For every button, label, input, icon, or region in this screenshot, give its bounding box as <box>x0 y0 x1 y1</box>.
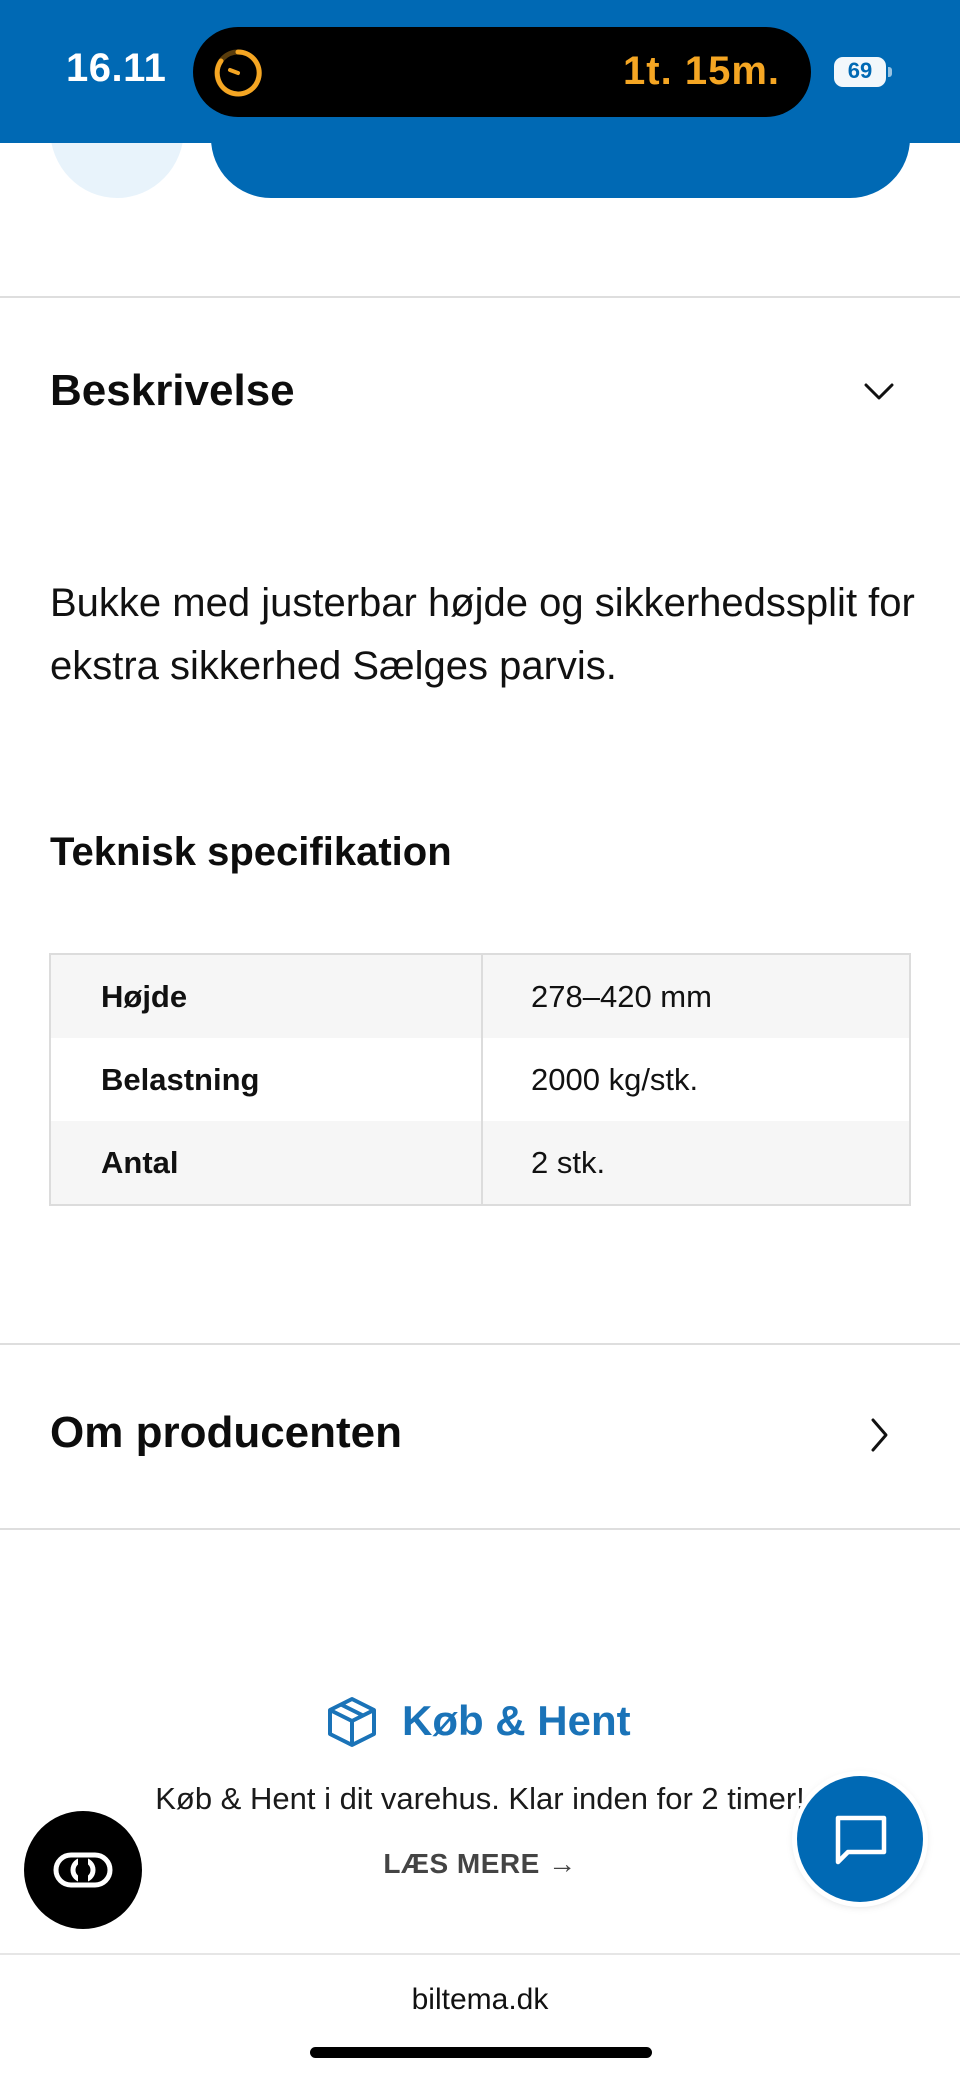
spec-table: Højde 278–420 mm Belastning 2000 kg/stk.… <box>49 953 911 1206</box>
spec-value: 278–420 mm <box>531 978 712 1014</box>
reader-icon <box>53 1852 113 1888</box>
spec-value: 2000 kg/stk. <box>531 1061 699 1097</box>
battery-level: 69 <box>847 58 873 83</box>
producer-title: Om producenten <box>50 1408 403 1457</box>
description-text: Bukke med justerbar højde og sikkerhedss… <box>50 581 915 688</box>
spec-row: Belastning 2000 kg/stk. <box>51 1038 909 1121</box>
divider <box>0 1528 960 1530</box>
reader-button[interactable] <box>24 1811 142 1929</box>
chat-button[interactable] <box>797 1776 923 1902</box>
chevron-down-icon[interactable] <box>862 376 896 406</box>
battery-indicator: 69 <box>834 57 892 87</box>
spec-row: Antal 2 stk. <box>51 1121 909 1204</box>
status-time: 16.11 <box>66 46 167 90</box>
description-title: Beskrivelse <box>50 366 295 415</box>
browser-domain[interactable]: biltema.dk <box>0 1983 960 2017</box>
timer-text: 1t. 15m. <box>623 49 780 93</box>
divider <box>0 296 960 298</box>
battery-cap <box>888 67 892 77</box>
promo-title: Køb & Hent <box>402 1697 631 1744</box>
spec-row: Højde 278–420 mm <box>51 955 909 1038</box>
home-indicator <box>310 2047 652 2058</box>
tech-spec-title: Teknisk specifikation <box>50 830 452 874</box>
dynamic-island[interactable]: 1t. 15m. <box>193 27 811 117</box>
browser-bottom-bar <box>0 1953 960 2083</box>
description-header[interactable]: Beskrivelse <box>0 300 960 480</box>
box-icon <box>328 1697 376 1747</box>
chevron-right-icon[interactable] <box>864 1415 894 1455</box>
timer-icon <box>214 49 262 97</box>
spec-label: Belastning <box>51 1038 483 1121</box>
chat-icon <box>835 1815 887 1865</box>
spec-label: Højde <box>51 955 483 1038</box>
spec-value: 2 stk. <box>531 1144 606 1180</box>
spec-label: Antal <box>51 1121 483 1204</box>
producer-row[interactable]: Om producenten <box>0 1345 960 1528</box>
